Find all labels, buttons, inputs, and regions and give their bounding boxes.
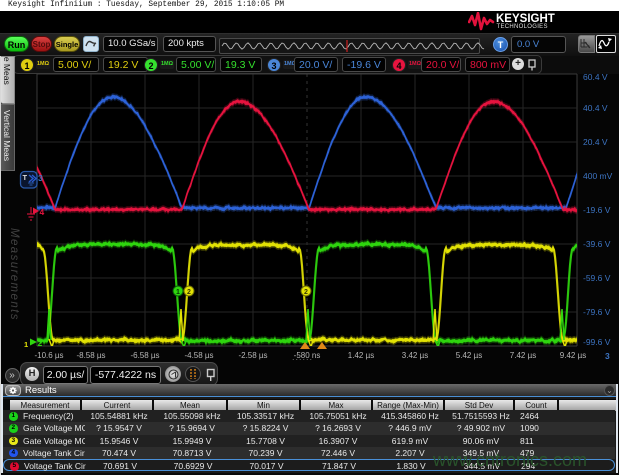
svg-text:3: 3	[38, 173, 43, 183]
svg-text:T: T	[23, 173, 28, 182]
svg-text:2: 2	[187, 289, 191, 296]
svg-text:1: 1	[24, 340, 28, 349]
svg-text:2: 2	[304, 289, 308, 296]
svg-text:2: 2	[38, 338, 43, 348]
svg-text:1: 1	[176, 289, 180, 296]
svg-text:4: 4	[40, 207, 45, 217]
